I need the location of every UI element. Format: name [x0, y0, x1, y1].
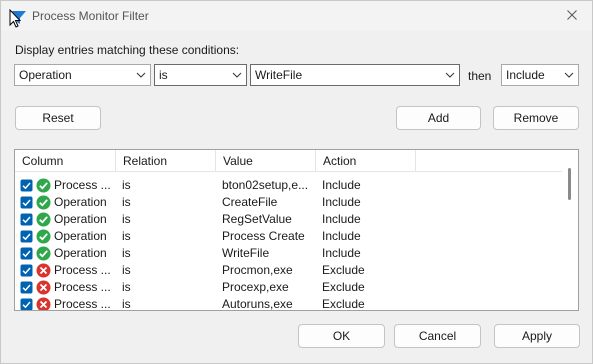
header-column[interactable]: Column: [15, 150, 116, 172]
cell-action: Exclude: [322, 280, 365, 294]
cell-relation: is: [122, 263, 131, 277]
cell-action: Include: [322, 246, 361, 260]
close-icon: [567, 10, 577, 20]
cell-value: RegSetValue: [222, 212, 292, 226]
cell-column: Process ...: [54, 280, 111, 294]
vertical-scrollbar[interactable]: [562, 150, 578, 310]
cell-value: Procexp,exe: [222, 280, 289, 294]
relation-dropdown-value: is: [159, 68, 168, 82]
chevron-down-icon: [445, 72, 455, 78]
add-button[interactable]: Add: [396, 106, 481, 130]
cell-action: Include: [322, 195, 361, 209]
cell-action: Exclude: [322, 297, 365, 311]
cell-column: Operation: [54, 195, 107, 209]
include-check-icon: [36, 195, 51, 210]
cell-value: Process Create: [222, 229, 305, 243]
cell-column: Process ...: [54, 178, 111, 192]
include-check-icon: [36, 246, 51, 261]
column-dropdown-value: Operation: [19, 68, 72, 82]
header-relation[interactable]: Relation: [116, 150, 216, 172]
remove-button[interactable]: Remove: [493, 106, 579, 130]
cell-relation: is: [122, 195, 131, 209]
title-bar: Process Monitor Filter: [1, 1, 592, 31]
action-dropdown-value: Include: [506, 68, 545, 82]
chevron-down-icon: [232, 72, 242, 78]
include-check-icon: [36, 229, 51, 244]
row-checkbox[interactable]: [20, 213, 33, 226]
row-checkbox[interactable]: [20, 196, 33, 209]
row-checkbox[interactable]: [20, 230, 33, 243]
cell-column: Operation: [54, 212, 107, 226]
value-combobox[interactable]: WriteFile: [250, 64, 460, 86]
cell-relation: is: [122, 280, 131, 294]
relation-dropdown[interactable]: is: [154, 64, 247, 86]
row-checkbox[interactable]: [20, 247, 33, 260]
cell-value: Autoruns,exe: [222, 297, 293, 311]
cell-value: bton02setup,e...: [222, 178, 309, 192]
table-row[interactable]: Operation is CreateFile Include: [15, 194, 563, 211]
action-dropdown[interactable]: Include: [501, 64, 579, 86]
chevron-down-icon: [564, 72, 574, 78]
cell-action: Include: [322, 212, 361, 226]
row-checkbox[interactable]: [20, 179, 33, 192]
cell-value: WriteFile: [222, 246, 270, 260]
table-row[interactable]: Process ... is Autoruns,exe Exclude: [15, 296, 563, 311]
cell-column: Process ...: [54, 263, 111, 277]
filter-list[interactable]: Column Relation Value Action Process ...…: [14, 149, 579, 311]
column-dropdown[interactable]: Operation: [14, 64, 151, 86]
cell-column: Operation: [54, 246, 107, 260]
row-checkbox[interactable]: [20, 264, 33, 277]
table-row[interactable]: Operation is RegSetValue Include: [15, 211, 563, 228]
cell-relation: is: [122, 297, 131, 311]
cell-action: Exclude: [322, 263, 365, 277]
include-check-icon: [36, 178, 51, 193]
header-value[interactable]: Value: [216, 150, 316, 172]
cell-relation: is: [122, 246, 131, 260]
exclude-x-icon: [36, 263, 51, 278]
header-action[interactable]: Action: [316, 150, 416, 172]
table-row[interactable]: Operation is Process Create Include: [15, 228, 563, 245]
exclude-x-icon: [36, 297, 51, 310]
then-label: then: [468, 69, 492, 83]
row-checkbox[interactable]: [20, 298, 33, 311]
chevron-down-icon: [136, 72, 146, 78]
cell-action: Include: [322, 178, 361, 192]
table-row[interactable]: Process ... is bton02setup,e... Include: [15, 177, 563, 194]
window-title: Process Monitor Filter: [32, 9, 149, 23]
cell-value: CreateFile: [222, 195, 278, 209]
cell-column: Operation: [54, 229, 107, 243]
cell-action: Include: [322, 229, 361, 243]
include-check-icon: [36, 212, 51, 227]
apply-button[interactable]: Apply: [494, 324, 580, 348]
conditions-label: Display entries matching these condition…: [15, 43, 240, 57]
scrollbar-thumb[interactable]: [568, 168, 571, 200]
table-row[interactable]: Process ... is Procexp,exe Exclude: [15, 279, 563, 296]
cell-relation: is: [122, 212, 131, 226]
row-checkbox[interactable]: [20, 281, 33, 294]
table-row[interactable]: Operation is WriteFile Include: [15, 245, 563, 262]
filter-dialog: Process Monitor Filter Display entries m…: [0, 0, 593, 364]
list-header: Column Relation Value Action: [15, 150, 578, 172]
mouse-cursor-icon: [9, 9, 21, 28]
close-button[interactable]: [558, 4, 586, 26]
reset-button[interactable]: Reset: [15, 106, 101, 130]
table-row[interactable]: Process ... is Procmon,exe Exclude: [15, 262, 563, 279]
cell-value: Procmon,exe: [222, 263, 293, 277]
cell-relation: is: [122, 178, 131, 192]
exclude-x-icon: [36, 280, 51, 295]
value-combobox-value: WriteFile: [255, 68, 303, 82]
cell-relation: is: [122, 229, 131, 243]
cancel-button[interactable]: Cancel: [394, 324, 481, 348]
cell-column: Process ...: [54, 297, 111, 311]
ok-button[interactable]: OK: [298, 324, 385, 348]
